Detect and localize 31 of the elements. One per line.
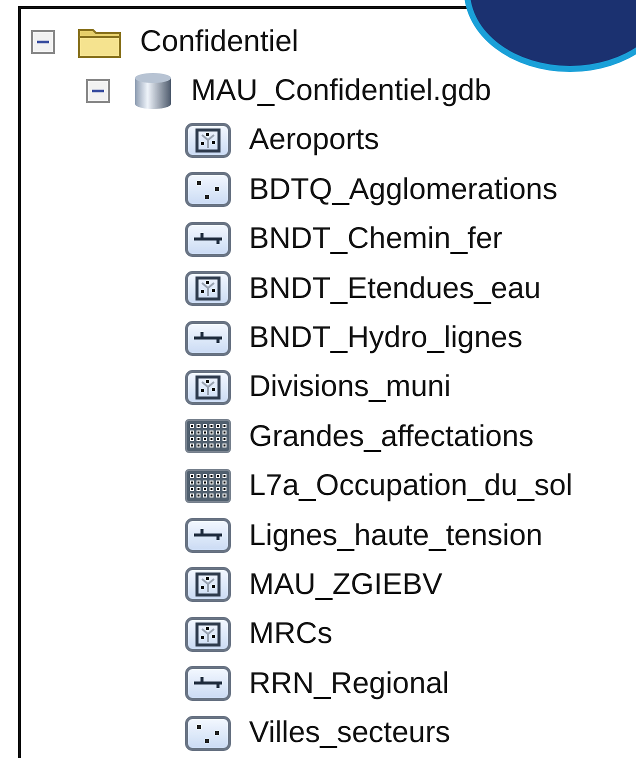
collapse-icon[interactable] bbox=[31, 30, 55, 54]
tree-item[interactable]: Aeroports bbox=[249, 123, 380, 158]
point-layer-icon bbox=[185, 716, 231, 751]
polygon-layer-icon bbox=[185, 122, 231, 158]
polygon-layer-icon bbox=[185, 616, 231, 652]
polygon-layer-icon bbox=[185, 271, 231, 306]
tree-item[interactable]: MAU_ZGIEBV bbox=[249, 568, 442, 602]
tree-item[interactable]: BNDT_Hydro_lignes bbox=[249, 321, 522, 356]
raster-layer-icon bbox=[185, 419, 231, 454]
line-layer-icon bbox=[185, 666, 231, 702]
tree-item[interactable]: MAU_Confidentiel.gdb bbox=[191, 74, 492, 108]
polygon-layer-icon bbox=[185, 567, 231, 602]
collapse-icon[interactable] bbox=[86, 79, 110, 104]
line-layer-icon bbox=[185, 222, 231, 257]
tree-item[interactable]: BNDT_Chemin_fer bbox=[249, 222, 502, 256]
database-icon bbox=[133, 72, 173, 110]
line-layer-icon bbox=[185, 518, 231, 554]
tree-item[interactable]: Divisions_muni bbox=[249, 370, 451, 404]
polygon-layer-icon bbox=[185, 370, 231, 405]
tree-item[interactable]: Lignes_haute_tension bbox=[249, 518, 543, 553]
tree-item[interactable]: BNDT_Etendues_eau bbox=[249, 272, 541, 306]
tree-item[interactable]: Grandes_affectations bbox=[249, 420, 534, 454]
line-layer-icon bbox=[185, 320, 231, 356]
tree-item[interactable]: L7a_Occupation_du_sol bbox=[249, 469, 573, 504]
point-layer-icon bbox=[185, 172, 231, 208]
tree-item[interactable]: BDTQ_Agglomerations bbox=[249, 172, 558, 207]
tree-item[interactable]: MRCs bbox=[249, 617, 332, 652]
tree-item[interactable]: Villes_secteurs bbox=[249, 716, 450, 750]
raster-layer-icon bbox=[185, 468, 231, 504]
tree-item[interactable]: RRN_Regional bbox=[249, 666, 450, 701]
tree-item[interactable]: Confidentiel bbox=[140, 24, 298, 59]
